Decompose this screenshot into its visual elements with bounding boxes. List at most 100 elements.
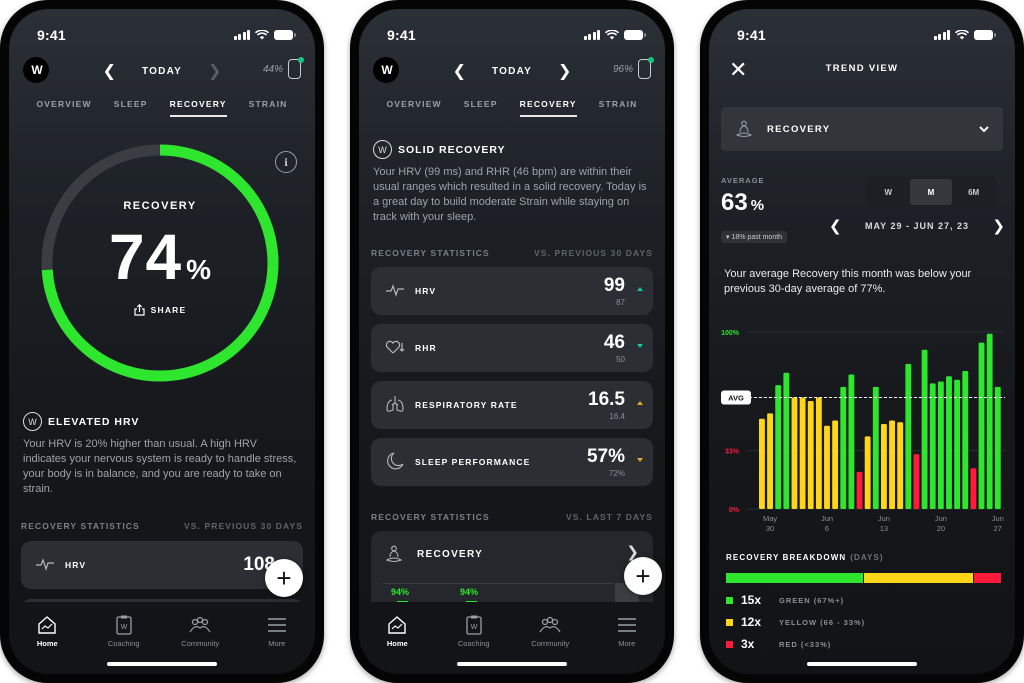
insight-header: W ELEVATED HRV (23, 412, 301, 431)
metric-dropdown[interactable]: RECOVERY (721, 107, 1003, 151)
chart-bar (978, 342, 985, 509)
mini-bar-label: 94% (391, 587, 410, 597)
share-button[interactable]: SHARE (134, 304, 187, 316)
trend-down-icon (637, 458, 643, 462)
chart-bar (881, 424, 887, 509)
phone-recovery-statistics: 9:41 W ❮ TODAY ❯ 96% OVERVIEW SLEEP RECO… (350, 0, 674, 683)
nav-home[interactable]: Home (367, 614, 427, 674)
stats-header-title: RECOVERY STATISTICS (21, 521, 140, 531)
tab-strain[interactable]: STRAIN (599, 99, 638, 117)
date-range-navigator: ❮ MAY 29 - JUN 27, 23 ❯ (829, 217, 1005, 235)
x-tick-label: Jun (935, 514, 947, 523)
home-indicator (807, 662, 917, 666)
battery-icon (624, 30, 646, 40)
stat-previous: 72% (608, 468, 625, 478)
top-nav: W ❮ TODAY ❯ 44% (9, 53, 315, 87)
clipboard-icon: W (466, 614, 482, 636)
tab-strain[interactable]: STRAIN (249, 99, 288, 117)
nav-more[interactable]: More (247, 614, 307, 674)
range-6-months[interactable]: 6M (952, 179, 995, 205)
status-icons (583, 30, 646, 40)
nav-label: Community (531, 639, 570, 648)
strap-battery[interactable]: 44% (263, 57, 304, 79)
add-activity-button[interactable]: + (265, 559, 303, 597)
average-unit: % (750, 197, 765, 214)
range-month[interactable]: M (909, 179, 953, 205)
svg-text:W: W (470, 624, 477, 631)
stat-card-sleep-performance[interactable]: SLEEP PERFORMANCE 57% 72% (371, 438, 653, 486)
cellular-signal-icon (583, 30, 600, 40)
tab-overview[interactable]: OVERVIEW (37, 99, 92, 117)
insight-text: Your HRV (99 ms) and RHR (46 bpm) are wi… (373, 166, 647, 223)
nav-label: Home (36, 639, 58, 648)
top-nav: W ❮ TODAY ❯ 96% (359, 53, 665, 87)
hrv-icon (35, 557, 57, 574)
add-activity-button[interactable]: + (624, 557, 662, 595)
screen: 9:41 W ❮ TODAY ❯ 44% OVERVIEW SLEEP RECO… (9, 9, 315, 674)
tab-sleep[interactable]: SLEEP (464, 99, 498, 117)
stat-card-respiratory-rate[interactable]: RESPIRATORY RATE 16.5 16.4 (371, 381, 653, 429)
stat-label: HRV (415, 286, 437, 296)
strap-battery[interactable]: 96% (613, 57, 654, 79)
breakdown-segment (726, 573, 863, 583)
nav-more[interactable]: More (597, 614, 657, 674)
chart-bar (929, 383, 936, 509)
cellular-signal-icon (233, 30, 250, 40)
breakdown-legend-yellow: 12x YELLOW (66 - 33%) (726, 615, 865, 629)
status-bar: 9:41 (709, 25, 1015, 45)
legend-label: GREEN (67%+) (779, 595, 845, 605)
status-time: 9:41 (37, 27, 66, 43)
range-selector: W M 6M (865, 176, 997, 208)
previous-day-button[interactable]: ❮ (453, 61, 466, 81)
stat-card-hrv[interactable]: HRV 108 (21, 541, 303, 589)
next-day-button[interactable]: ❯ (208, 61, 221, 81)
tab-sleep[interactable]: SLEEP (114, 99, 148, 117)
breakdown-legend-red: 3x RED (<33%) (726, 637, 831, 651)
chart-bar (889, 420, 895, 509)
stat-card-hrv[interactable]: HRV 99 87 (371, 267, 653, 315)
chart-bar (856, 471, 863, 509)
next-day-button[interactable]: ❯ (558, 61, 571, 81)
triangle-down-icon: ▾ (726, 234, 730, 241)
insight-header: W SOLID RECOVERY (373, 140, 651, 159)
tab-overview[interactable]: OVERVIEW (387, 99, 442, 117)
menu-icon (267, 614, 286, 636)
stat-card-rhr[interactable]: RHR 46 50 (371, 324, 653, 372)
trend-summary: Your average Recovery this month was bel… (724, 268, 972, 295)
range-week[interactable]: W (867, 179, 910, 205)
breakdown-subtitle: (DAYS) (850, 553, 884, 562)
trend-down-icon (637, 344, 643, 348)
tab-recovery[interactable]: RECOVERY (519, 99, 577, 117)
meditation-icon (735, 120, 753, 138)
previous-day-button[interactable]: ❮ (103, 61, 116, 81)
tab-recovery[interactable]: RECOVERY (169, 99, 227, 117)
nav-label: Home (386, 639, 408, 648)
nav-home[interactable]: Home (17, 614, 77, 674)
average-value: 63 % (721, 189, 764, 217)
nav-label: More (268, 639, 286, 648)
chart-bar (913, 454, 920, 509)
chart-bar (840, 386, 847, 509)
insight-title: SOLID RECOVERY (398, 143, 506, 156)
legend-label: YELLOW (66 - 33%) (779, 617, 866, 627)
stat-label: RESPIRATORY RATE (415, 400, 518, 410)
average-number: 63 (721, 189, 748, 216)
chart-bar (807, 401, 814, 509)
stat-label: RHR (415, 343, 437, 353)
next-range-button[interactable]: ❯ (992, 217, 1005, 235)
info-button[interactable]: i (275, 151, 297, 173)
chart-bar (872, 386, 879, 509)
home-icon (37, 614, 57, 636)
trend-up-icon (637, 401, 643, 405)
home-icon (387, 614, 407, 636)
x-tick-label: May (763, 514, 777, 523)
legend-count: 12x (741, 615, 762, 629)
x-tick-label: Jun (992, 514, 1004, 523)
chevron-down-icon (979, 125, 989, 132)
chart-bar (791, 397, 798, 509)
stats-section-header-7d: RECOVERY STATISTICS VS. LAST 7 DAYS (371, 512, 653, 522)
stats-header-title: RECOVERY STATISTICS (371, 248, 490, 258)
previous-range-button[interactable]: ❮ (829, 217, 842, 235)
chart-bar (783, 372, 790, 509)
chart-bar (986, 333, 993, 509)
